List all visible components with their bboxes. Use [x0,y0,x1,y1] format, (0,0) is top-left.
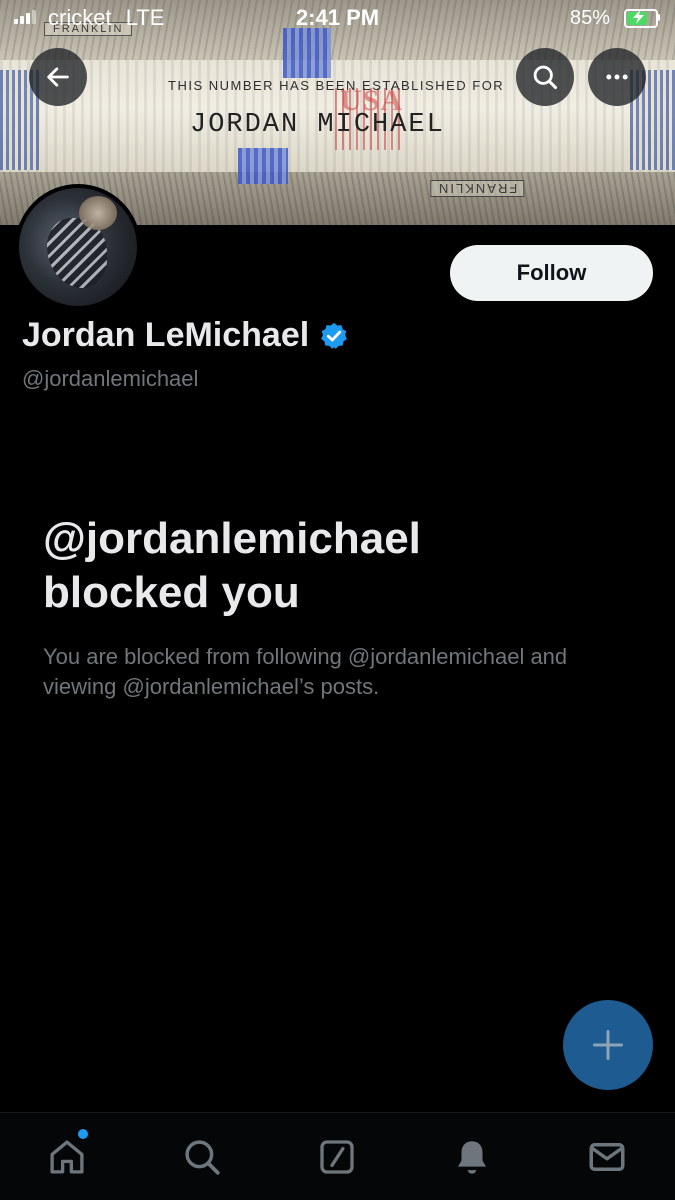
banner-security-patch [238,148,288,184]
bottom-navigation-bar [0,1112,675,1200]
nav-messages[interactable] [585,1135,629,1179]
avatar[interactable] [15,184,141,310]
profile-handle: @jordanlemichael [22,366,199,391]
battery-tip [657,14,660,21]
home-icon [50,1140,84,1174]
profile-display-name-row: Jordan LeMichael [22,316,349,355]
nav-notifications[interactable] [450,1135,494,1179]
home-notification-dot [78,1129,88,1139]
battery-icon [624,9,658,28]
back-button[interactable] [29,48,87,106]
search-icon [185,1140,220,1175]
verified-badge-icon[interactable] [319,321,349,351]
grok-icon [320,1140,354,1174]
search-icon [533,65,558,90]
banner-caption: THIS NUMBER HAS BEEN ESTABLISHED FOR [168,78,505,93]
follow-button[interactable]: Follow [450,245,653,301]
nav-search[interactable] [180,1135,224,1179]
banner-franklin-bottom: FRANKLIN [430,180,525,197]
search-button[interactable] [516,48,574,106]
more-options-button[interactable] [588,48,646,106]
compose-post-button[interactable] [563,1000,653,1090]
nav-home[interactable] [45,1135,89,1179]
bell-icon [458,1141,486,1174]
battery-percent: 85% [570,7,611,29]
profile-screen: USA FRANKLIN THIS NUMBER HAS BEEN ESTABL… [0,0,675,1200]
more-horizontal-icon [606,74,628,80]
banner-name-text: JORDAN MICHAEL [190,110,445,140]
blocked-title-text: blocked you [43,568,300,617]
status-bar: cricket LTE 2:41 PM 85% [0,0,675,40]
blocked-title-handle: @jordanlemichael [43,514,421,563]
nav-grok[interactable] [315,1135,359,1179]
arrow-left-icon [47,67,69,87]
plus-icon [593,1030,623,1060]
mail-icon [589,1143,625,1171]
blocked-title: @jordanlemichael blocked you [43,512,643,620]
blocked-description: You are blocked from following @jordanle… [43,644,568,699]
display-name: Jordan LeMichael [22,316,310,354]
charging-bolt-icon [633,10,644,24]
